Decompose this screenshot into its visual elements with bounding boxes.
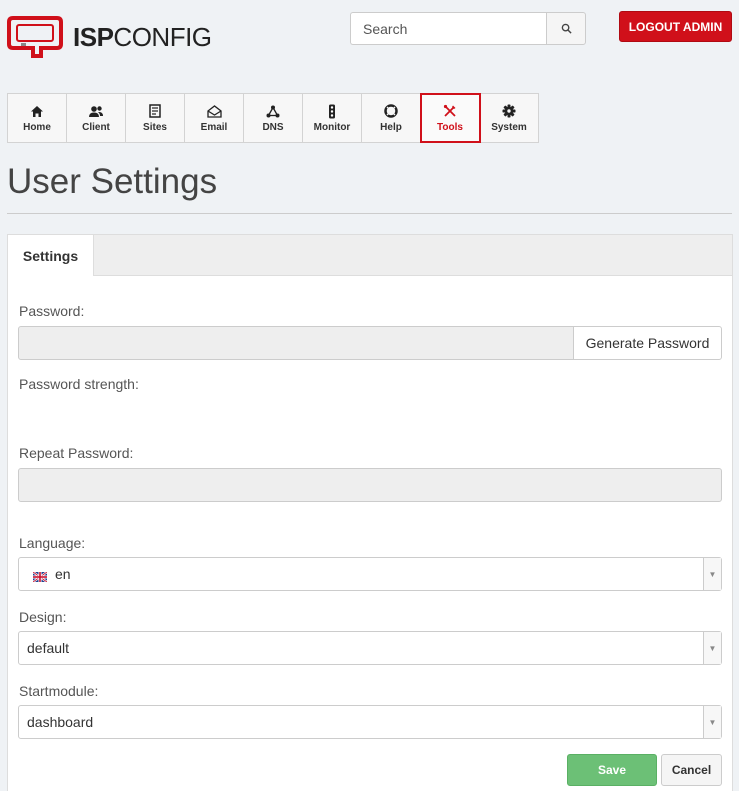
- language-select[interactable]: en ▼: [18, 557, 722, 591]
- logo-text: ISPCONFIG: [73, 22, 212, 53]
- nav-item-monitor[interactable]: Monitor: [303, 94, 362, 142]
- password-strength-label: Password strength:: [19, 376, 139, 392]
- page-title: User Settings: [7, 162, 218, 201]
- nav-label: DNS: [262, 122, 284, 133]
- password-field[interactable]: [18, 326, 574, 360]
- monitor-icon: [328, 103, 336, 119]
- design-select[interactable]: default ▼: [18, 631, 722, 665]
- uk-flag-icon: [32, 569, 48, 583]
- repeat-password-field[interactable]: [18, 468, 722, 502]
- client-icon: [88, 103, 104, 119]
- title-divider: [7, 213, 732, 214]
- tab-bar: Settings: [8, 235, 732, 276]
- nav-label: Client: [82, 122, 110, 133]
- language-value: en: [55, 566, 71, 582]
- nav-label: Help: [380, 122, 402, 133]
- startmodule-label: Startmodule:: [19, 683, 99, 699]
- tab-settings[interactable]: Settings: [8, 235, 94, 276]
- nav-item-sites[interactable]: Sites: [126, 94, 185, 142]
- repeat-password-label: Repeat Password:: [19, 445, 134, 461]
- language-label: Language:: [19, 535, 86, 551]
- logo-text-bold: ISP: [73, 21, 114, 52]
- search-button[interactable]: [546, 12, 586, 45]
- cancel-button[interactable]: Cancel: [661, 754, 722, 786]
- home-icon: [30, 103, 44, 119]
- nav-label: Monitor: [313, 122, 351, 133]
- design-label: Design:: [19, 609, 67, 625]
- nav-label: Home: [23, 122, 51, 133]
- main-nav: Home Client Sites Email DNS Monitor Help…: [7, 93, 539, 143]
- startmodule-select[interactable]: dashboard ▼: [18, 705, 722, 739]
- gear-icon: [502, 103, 516, 119]
- chevron-down-icon: ▼: [703, 632, 721, 664]
- search-bar: [350, 12, 586, 45]
- nav-label: Sites: [143, 122, 167, 133]
- nav-item-help[interactable]: Help: [362, 94, 421, 142]
- nav-label: Email: [200, 122, 228, 133]
- help-icon: [384, 103, 398, 119]
- nav-item-home[interactable]: Home: [8, 94, 67, 142]
- sites-icon: [149, 103, 161, 119]
- design-value: default: [27, 640, 70, 656]
- chevron-down-icon: ▼: [703, 706, 721, 738]
- nav-item-dns[interactable]: DNS: [244, 94, 303, 142]
- nav-item-tools[interactable]: Tools: [420, 93, 481, 143]
- save-button[interactable]: Save: [567, 754, 657, 786]
- logout-button[interactable]: LOGOUT ADMIN: [619, 11, 732, 42]
- chevron-down-icon: ▼: [703, 558, 721, 590]
- nav-item-email[interactable]: Email: [185, 94, 244, 142]
- email-icon: [206, 103, 222, 119]
- nav-item-system[interactable]: System: [480, 94, 539, 142]
- nav-label: Tools: [437, 122, 463, 133]
- generate-password-button[interactable]: Generate Password: [573, 326, 722, 360]
- nav-item-client[interactable]: Client: [67, 94, 126, 142]
- password-label: Password:: [19, 303, 85, 319]
- search-icon: [561, 23, 572, 34]
- logo-mark-icon: [7, 16, 63, 58]
- startmodule-value: dashboard: [27, 714, 94, 730]
- ispconfig-logo[interactable]: ISPCONFIG: [7, 16, 212, 58]
- search-input[interactable]: [350, 12, 546, 45]
- settings-panel: Settings Password: Generate Password Pas…: [7, 234, 733, 791]
- dns-icon: [266, 103, 280, 119]
- logo-text-light: CONFIG: [113, 21, 212, 52]
- tools-icon: [443, 103, 457, 119]
- nav-label: System: [491, 122, 527, 133]
